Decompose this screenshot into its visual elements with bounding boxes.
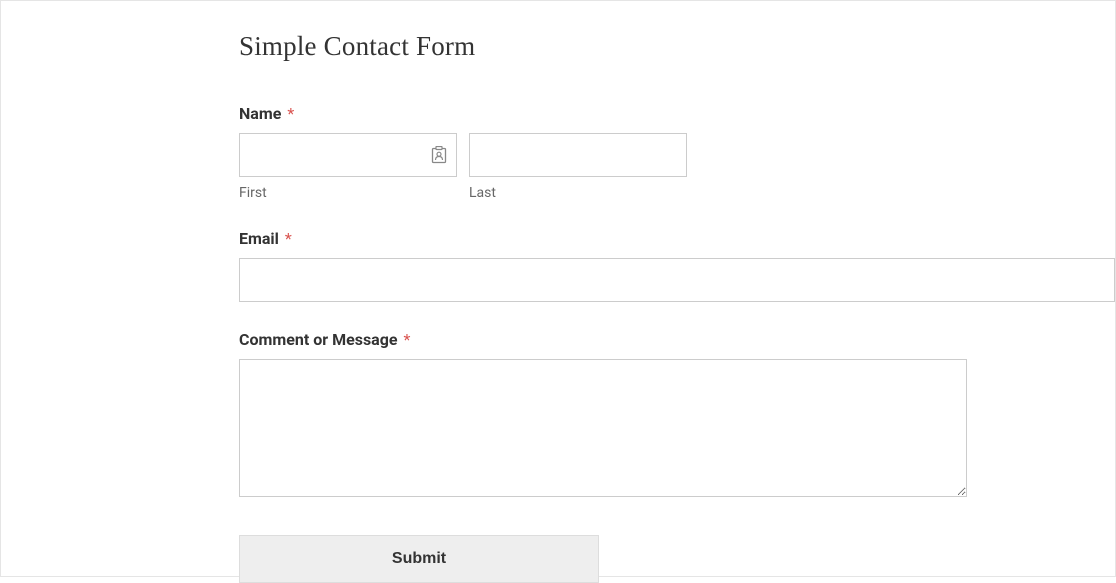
message-textarea[interactable]	[239, 359, 967, 497]
last-name-sublabel: Last	[469, 185, 687, 201]
first-name-sublabel: First	[239, 185, 457, 201]
email-label: Email *	[239, 229, 1115, 248]
first-name-column: First	[239, 133, 457, 201]
last-name-input[interactable]	[469, 133, 687, 177]
message-required-mark: *	[404, 330, 411, 349]
last-name-column: Last	[469, 133, 687, 201]
message-field-group: Comment or Message *	[239, 330, 1115, 501]
email-label-text: Email	[239, 229, 279, 248]
first-name-input-wrapper	[239, 133, 457, 177]
email-required-mark: *	[285, 229, 292, 248]
message-label-text: Comment or Message	[239, 330, 398, 349]
contact-form: Simple Contact Form Name *	[1, 1, 1115, 583]
name-label-text: Name	[239, 104, 281, 123]
name-required-mark: *	[287, 104, 294, 123]
submit-button[interactable]: Submit	[239, 535, 599, 583]
name-label: Name *	[239, 104, 1115, 123]
first-name-input[interactable]	[239, 133, 457, 177]
form-title: Simple Contact Form	[239, 31, 1115, 62]
message-label: Comment or Message *	[239, 330, 1115, 349]
name-field-group: Name * First	[239, 104, 1115, 201]
name-row: First Last	[239, 133, 1115, 201]
email-field-group: Email *	[239, 229, 1115, 302]
email-input[interactable]	[239, 258, 1115, 302]
